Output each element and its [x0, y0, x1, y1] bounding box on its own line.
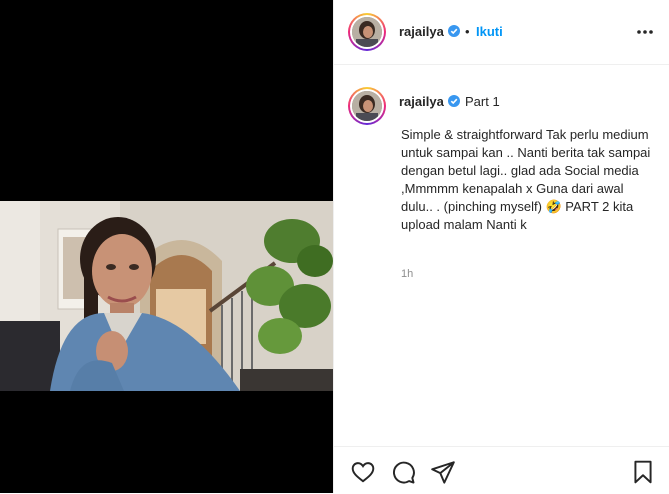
action-bar — [334, 446, 669, 494]
caption-avatar[interactable] — [348, 87, 386, 125]
header-username[interactable]: rajailya — [399, 24, 444, 39]
post-timestamp[interactable]: 1h — [401, 268, 413, 280]
heart-icon[interactable] — [350, 459, 376, 485]
video-frame[interactable] — [0, 201, 333, 391]
caption-text: Simple & straightforward Tak perlu mediu… — [401, 127, 654, 232]
bookmark-icon[interactable] — [630, 459, 656, 485]
post-header: rajailya • Ikuti — [334, 0, 669, 65]
avatar[interactable] — [348, 13, 386, 51]
comment-icon[interactable] — [390, 459, 416, 485]
video-still — [0, 201, 333, 391]
caption-verified-badge-icon — [448, 95, 460, 107]
follow-button[interactable]: Ikuti — [476, 24, 503, 39]
more-horizontal-icon[interactable] — [635, 22, 655, 42]
share-icon[interactable] — [430, 459, 456, 485]
caption-username[interactable]: rajailya — [399, 94, 444, 109]
verified-badge-icon — [448, 25, 460, 37]
header-separator: • — [465, 24, 470, 39]
avatar-image — [352, 17, 382, 47]
caption-avatar-image — [352, 91, 382, 121]
post-media[interactable] — [0, 0, 333, 493]
post-side-panel: rajailya • Ikuti rajailya Part 1 Simple … — [333, 0, 669, 493]
caption-first-line: Part 1 — [465, 94, 500, 109]
